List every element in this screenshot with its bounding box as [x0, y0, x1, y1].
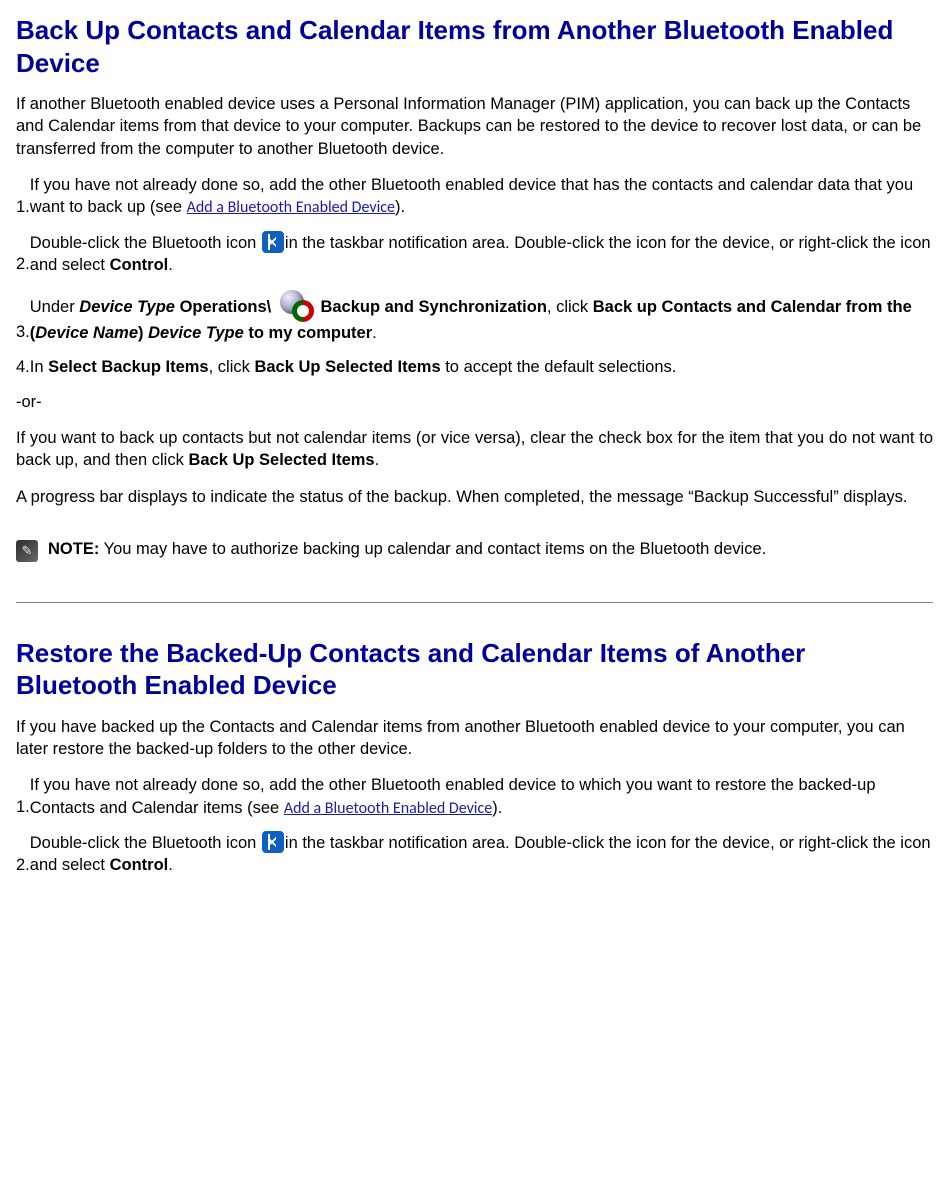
step-body: Double-click the Bluetooth icon in the t… — [30, 831, 933, 877]
text: You may have to authorize backing up cal… — [99, 540, 766, 558]
text-bold: Backup and Synchronization — [316, 298, 547, 316]
step-number: 1. — [16, 198, 30, 219]
step-body: Under Device Type Operations\ Backup and… — [30, 288, 933, 344]
section2-step-2: 2. Double-click the Bluetooth icon in th… — [16, 831, 933, 877]
section1-step-4: 4. In Select Backup Items, click Back Up… — [16, 356, 933, 378]
step-number: 1. — [16, 798, 30, 819]
section1-steps: 1. If you have not already done so, add … — [16, 174, 933, 379]
section1-title: Back Up Contacts and Calendar Items from… — [16, 14, 933, 79]
text: . — [168, 856, 173, 874]
text: . — [168, 256, 173, 274]
step-body: If you have not already done so, add the… — [30, 774, 933, 819]
text-bolditalic: Device Type — [79, 298, 175, 316]
note-text: NOTE: You may have to authorize backing … — [48, 538, 933, 560]
step-number: 2. — [16, 255, 30, 276]
section1-step-1: 1. If you have not already done so, add … — [16, 174, 933, 219]
note-label: NOTE: — [48, 540, 99, 558]
text: Under — [30, 298, 80, 316]
text: Double-click the Bluetooth icon — [30, 234, 261, 252]
bluetooth-icon — [262, 831, 284, 853]
step-body: In Select Backup Items, click Back Up Se… — [30, 356, 933, 378]
text: , click — [209, 358, 255, 376]
link-add-bluetooth-device[interactable]: Add a Bluetooth Enabled Device — [284, 799, 492, 818]
section2-intro: If you have backed up the Contacts and C… — [16, 716, 933, 761]
text: If you have not already done so, add the… — [30, 176, 913, 216]
bluetooth-icon — [262, 231, 284, 253]
step-number: 3. — [16, 323, 30, 344]
section2-step-1: 1. If you have not already done so, add … — [16, 774, 933, 819]
alt-instruction: If you want to back up contacts but not … — [16, 427, 933, 472]
text: Double-click the Bluetooth icon — [30, 834, 261, 852]
section2-steps: 1. If you have not already done so, add … — [16, 774, 933, 876]
step-body: If you have not already done so, add the… — [30, 174, 933, 219]
text: . — [372, 324, 377, 342]
section2-title: Restore the Backed-Up Contacts and Calen… — [16, 637, 933, 702]
step-number: 4. — [16, 358, 30, 379]
progress-text: A progress bar displays to indicate the … — [16, 486, 933, 508]
text-bold: Select Backup Items — [48, 358, 209, 376]
text-bold: Back Up Selected Items — [254, 358, 440, 376]
section-divider — [16, 602, 933, 603]
step-body: Double-click the Bluetooth icon in the t… — [30, 231, 933, 277]
text-bold: to my computer — [244, 324, 372, 342]
text-bold: Control — [110, 256, 169, 274]
note-block: NOTE: You may have to authorize backing … — [16, 538, 933, 562]
link-add-bluetooth-device[interactable]: Add a Bluetooth Enabled Device — [187, 198, 395, 217]
text-bolditalic: Device Name — [35, 324, 138, 342]
text: ). — [395, 198, 405, 216]
text-bold: Control — [110, 856, 169, 874]
text-bolditalic: Device Type — [148, 324, 244, 342]
text: , click — [547, 298, 593, 316]
or-label: -or- — [16, 391, 933, 413]
text: . — [375, 451, 380, 469]
step-number: 2. — [16, 856, 30, 877]
text-bold: Back Up Selected Items — [188, 451, 374, 469]
section1-step-3: 3. Under Device Type Operations\ Backup … — [16, 288, 933, 344]
section1-step-2: 2. Double-click the Bluetooth icon in th… — [16, 231, 933, 277]
note-icon — [16, 540, 38, 562]
text: If you want to back up contacts but not … — [16, 429, 933, 469]
backup-sync-icon — [278, 288, 314, 322]
text-bold: Operations\ — [175, 298, 276, 316]
text: In — [30, 358, 48, 376]
text-bold: ) — [138, 324, 148, 342]
section1-intro: If another Bluetooth enabled device uses… — [16, 93, 933, 160]
text: to accept the default selections. — [441, 358, 677, 376]
text: ). — [492, 799, 502, 817]
